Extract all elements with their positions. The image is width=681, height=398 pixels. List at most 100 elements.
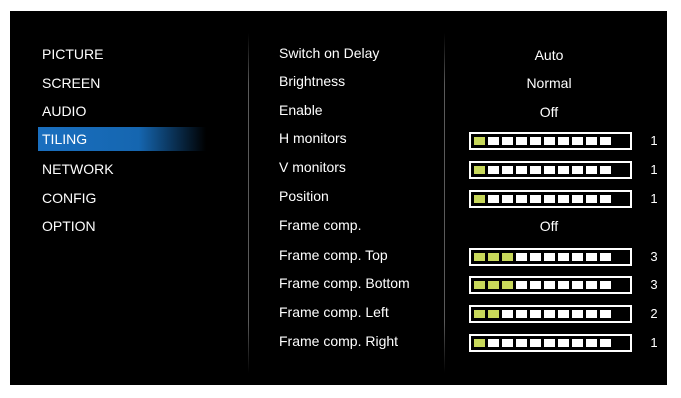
frame-comp-bottom-slider[interactable] (469, 276, 632, 294)
slider-segment (572, 137, 583, 145)
slider-segment-active (474, 281, 485, 289)
slider-segment (530, 310, 541, 318)
setting-label-frame-comp-top[interactable]: Frame comp. Top (279, 246, 388, 264)
slider-segment (558, 137, 569, 145)
slider-segment (586, 310, 597, 318)
slider-segment-active (474, 137, 485, 145)
slider-segment (516, 137, 527, 145)
setting-value-brightness[interactable]: Normal (466, 74, 632, 92)
menu-item-config[interactable]: CONFIG (38, 186, 206, 210)
setting-value-enable[interactable]: Off (466, 103, 632, 121)
slider-segment (600, 137, 611, 145)
slider-segment-active (474, 310, 485, 318)
setting-value-frame-comp[interactable]: Off (466, 217, 632, 235)
h-monitors-value: 1 (650, 133, 658, 148)
v-monitors-slider[interactable] (469, 161, 632, 179)
slider-segment (516, 195, 527, 203)
slider-segment (516, 166, 527, 174)
slider-segment (530, 137, 541, 145)
frame-comp-left-slider[interactable] (469, 305, 632, 323)
slider-segment (586, 339, 597, 347)
setting-label-enable[interactable]: Enable (279, 101, 323, 119)
slider-segment-active (488, 310, 499, 318)
menu-item-option[interactable]: OPTION (38, 214, 206, 238)
frame-comp-top-value: 3 (650, 249, 658, 264)
slider-segment (572, 166, 583, 174)
menu-item-label: OPTION (42, 218, 96, 234)
slider-segment (572, 339, 583, 347)
slider-segment-active (488, 253, 499, 261)
setting-label-frame-comp-right[interactable]: Frame comp. Right (279, 332, 398, 350)
slider-segment-active (488, 281, 499, 289)
slider-segment (516, 339, 527, 347)
frame-comp-top-slider[interactable] (469, 248, 632, 266)
slider-segment (586, 137, 597, 145)
slider-segment (600, 166, 611, 174)
setting-value-switch-on-delay[interactable]: Auto (466, 46, 632, 64)
setting-label-brightness[interactable]: Brightness (279, 72, 345, 90)
slider-segment (572, 310, 583, 318)
slider-segment (544, 166, 555, 174)
slider-segment (530, 281, 541, 289)
slider-segment (530, 195, 541, 203)
setting-label-position[interactable]: Position (279, 187, 329, 205)
setting-label-frame-comp-left[interactable]: Frame comp. Left (279, 303, 389, 321)
slider-segment (600, 339, 611, 347)
slider-segment (572, 195, 583, 203)
slider-segment (558, 166, 569, 174)
slider-segment (586, 166, 597, 174)
menu-item-screen[interactable]: SCREEN (38, 71, 206, 95)
menu-item-picture[interactable]: PICTURE (38, 42, 206, 66)
slider-segment (544, 137, 555, 145)
slider-segment-active (474, 195, 485, 203)
setting-label-frame-comp[interactable]: Frame comp. (279, 216, 361, 234)
slider-segment (572, 281, 583, 289)
menu-item-label: TILING (42, 131, 88, 147)
setting-label-switch-on-delay[interactable]: Switch on Delay (279, 44, 379, 62)
slider-segment (572, 253, 583, 261)
position-slider[interactable] (469, 190, 632, 208)
frame-comp-right-value: 1 (650, 335, 658, 350)
menu-item-label: CONFIG (42, 190, 97, 206)
slider-segment (544, 310, 555, 318)
slider-segment (544, 281, 555, 289)
slider-segment (516, 253, 527, 261)
slider-segment (488, 137, 499, 145)
slider-segment (544, 339, 555, 347)
slider-segment (586, 253, 597, 261)
menu-item-network[interactable]: NETWORK (38, 157, 206, 181)
slider-segment (502, 339, 513, 347)
slider-segment (558, 195, 569, 203)
slider-segment (558, 339, 569, 347)
frame-comp-left-value: 2 (650, 306, 658, 321)
slider-segment (600, 310, 611, 318)
menu-divider (248, 33, 249, 373)
setting-label-frame-comp-bottom[interactable]: Frame comp. Bottom (279, 274, 410, 292)
menu-item-label: AUDIO (42, 103, 87, 119)
slider-segment (516, 310, 527, 318)
setting-label-v-monitors[interactable]: V monitors (279, 158, 346, 176)
menu-item-label: PICTURE (42, 46, 104, 62)
menu-item-tiling[interactable]: TILING (38, 127, 206, 151)
slider-segment (586, 195, 597, 203)
slider-segment (586, 281, 597, 289)
slider-segment (558, 281, 569, 289)
slider-segment (502, 195, 513, 203)
menu-item-audio[interactable]: AUDIO (38, 99, 206, 123)
slider-segment (544, 195, 555, 203)
h-monitors-slider[interactable] (469, 132, 632, 150)
slider-segment-active (474, 339, 485, 347)
slider-segment (530, 339, 541, 347)
setting-label-h-monitors[interactable]: H monitors (279, 129, 347, 147)
slider-segment (558, 310, 569, 318)
frame-comp-right-slider[interactable] (469, 334, 632, 352)
slider-segment (502, 166, 513, 174)
slider-segment-active (502, 281, 513, 289)
slider-segment-active (474, 253, 485, 261)
slider-segment (502, 310, 513, 318)
slider-segment (600, 195, 611, 203)
slider-segment (488, 195, 499, 203)
settings-divider (444, 33, 445, 373)
slider-segment (502, 137, 513, 145)
slider-segment (530, 166, 541, 174)
